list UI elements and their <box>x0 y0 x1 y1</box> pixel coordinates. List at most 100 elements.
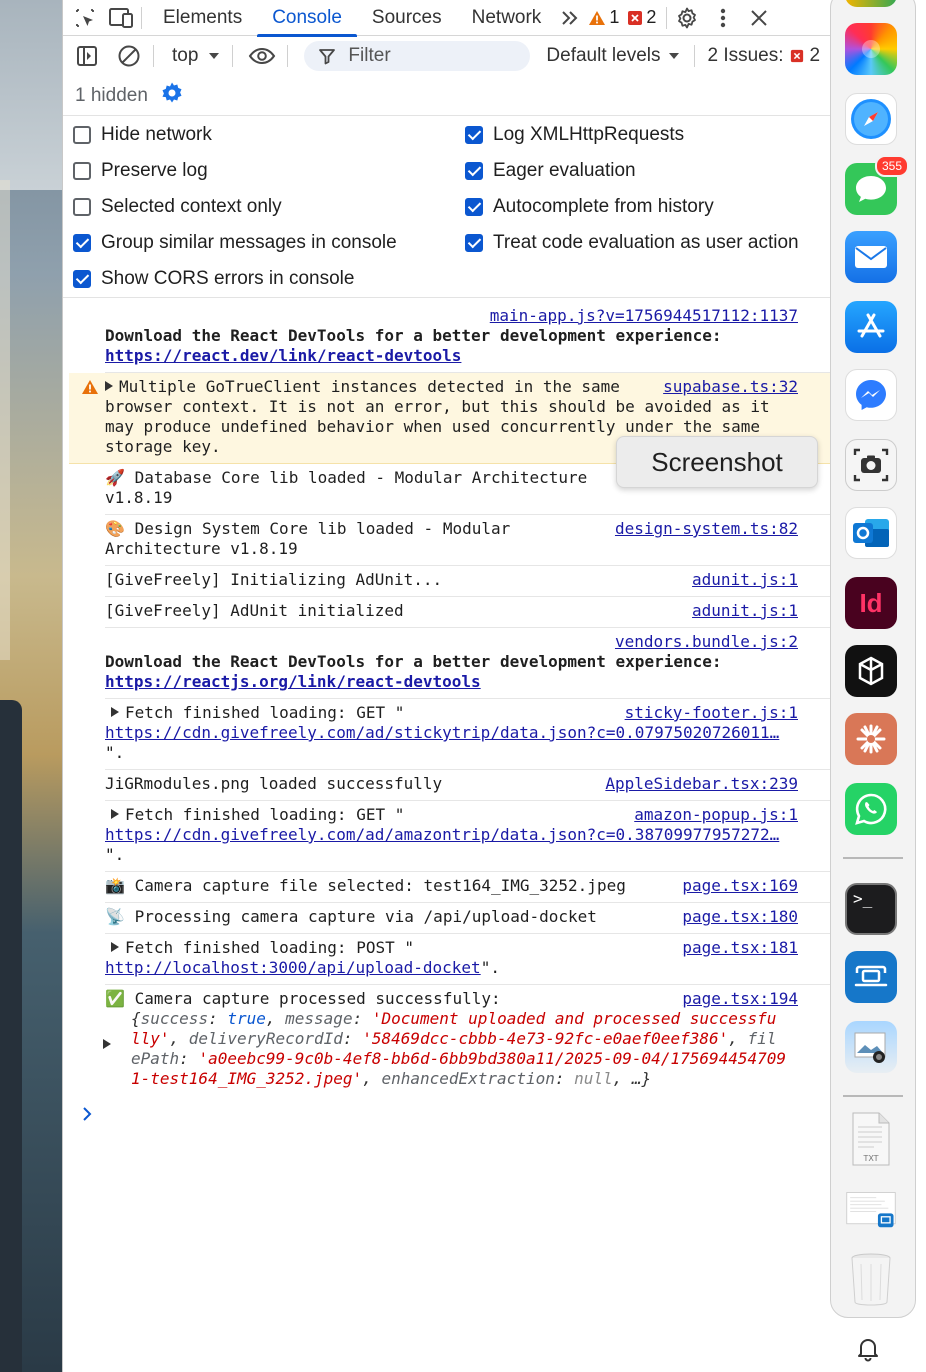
message-link[interactable]: https://cdn.givefreely.com/ad/amazontrip… <box>105 825 779 844</box>
message-link[interactable]: http://localhost:3000/api/upload-docket <box>105 958 481 977</box>
gear-icon[interactable] <box>673 4 701 32</box>
message-text: Camera capture processed successfully: <box>134 989 501 1008</box>
console-settings-gear-icon[interactable] <box>160 81 184 111</box>
tab-network[interactable]: Network <box>457 0 557 36</box>
message-text: browser context. It is not an error, but… <box>105 397 770 416</box>
trash-icon[interactable] <box>845 1253 897 1306</box>
hide-network-checkbox[interactable] <box>73 126 91 144</box>
clear-console-icon[interactable] <box>115 42 143 70</box>
message-link[interactable]: https://reactjs.org/link/react-devtools <box>105 672 481 691</box>
console-message: amazon-popup.js:1 Fetch finished loading… <box>105 801 830 872</box>
whatsapp-icon[interactable] <box>845 783 897 835</box>
expand-triangle-icon[interactable] <box>111 707 119 717</box>
log-levels-dropdown[interactable]: Default levels <box>546 45 680 67</box>
text-file-icon[interactable]: TXT <box>845 1112 897 1166</box>
source-link[interactable]: supabase.ts:32 <box>655 377 798 397</box>
expand-triangle-icon[interactable] <box>105 381 113 391</box>
warning-count: 1 <box>609 7 620 27</box>
source-link[interactable]: adunit.js:1 <box>684 601 798 621</box>
more-options-icon[interactable] <box>709 4 737 32</box>
preview-icon[interactable] <box>845 1021 897 1073</box>
close-icon[interactable] <box>745 4 773 32</box>
object-value: true <box>227 1009 266 1028</box>
message-link[interactable]: https://react.dev/link/react-devtools <box>105 346 461 365</box>
dock-divider <box>843 857 903 859</box>
chevron-down-icon <box>209 53 220 59</box>
group-similar-option[interactable]: Group similar messages in console <box>73 232 397 254</box>
dock-app-partial-icon[interactable] <box>845 0 897 7</box>
eager-eval-option[interactable]: Eager evaluation <box>465 160 636 182</box>
sidebar-toggle-icon[interactable] <box>73 42 101 70</box>
eager-eval-checkbox[interactable] <box>465 162 483 180</box>
preserve-log-checkbox[interactable] <box>73 162 91 180</box>
show-cors-checkbox[interactable] <box>73 270 91 288</box>
source-link[interactable]: page.tsx:181 <box>674 938 798 958</box>
outlook-icon[interactable] <box>845 507 897 559</box>
source-link[interactable]: adunit.js:1 <box>684 570 798 590</box>
eager-eval-label: Eager evaluation <box>493 160 636 181</box>
source-link[interactable]: main-app.js?v=1756944517112:1137 <box>490 306 798 325</box>
filter-input[interactable]: Filter <box>304 41 531 71</box>
console-settings: Hide network Preserve log Selected conte… <box>63 116 830 298</box>
mail-icon[interactable] <box>845 231 897 283</box>
source-link[interactable]: page.tsx:194 <box>674 989 798 1009</box>
hide-network-option[interactable]: Hide network <box>73 124 212 146</box>
source-link[interactable]: AppleSidebar.tsx:239 <box>597 774 798 794</box>
app-store-icon[interactable] <box>845 301 897 353</box>
screen-sharing-icon[interactable] <box>845 951 897 1003</box>
selected-context-checkbox[interactable] <box>73 198 91 216</box>
expand-triangle-icon[interactable] <box>111 942 119 952</box>
source-link[interactable]: amazon-popup.js:1 <box>626 805 798 825</box>
preserve-log-option[interactable]: Preserve log <box>73 160 208 182</box>
claude-icon[interactable] <box>845 713 897 765</box>
hidden-messages-row: 1 hidden <box>63 76 830 116</box>
expand-triangle-icon[interactable] <box>111 809 119 819</box>
screenshot-icon[interactable] <box>845 439 897 491</box>
error-counter[interactable]: 2 <box>627 7 656 28</box>
notification-bell-icon[interactable] <box>846 1326 890 1372</box>
live-expression-eye-icon[interactable] <box>245 42 279 70</box>
safari-icon[interactable] <box>845 93 897 145</box>
issues-button[interactable]: 2 Issues: 2 <box>707 45 820 67</box>
warning-icon <box>589 10 606 25</box>
log-xhr-label: Log XMLHttpRequests <box>493 124 685 145</box>
inspect-element-icon[interactable] <box>71 4 99 32</box>
object-key: message <box>285 1009 353 1028</box>
source-link[interactable]: page.tsx:169 <box>674 876 798 896</box>
tab-console[interactable]: Console <box>257 0 357 37</box>
perplexity-app-icon[interactable] <box>845 645 897 697</box>
source-link[interactable]: design-system.ts:82 <box>606 519 798 539</box>
source-link[interactable]: sticky-footer.js:1 <box>616 703 798 723</box>
screenshot-file-icon[interactable] <box>845 1183 897 1235</box>
tab-sources[interactable]: Sources <box>357 0 457 36</box>
warning-counter[interactable]: 1 <box>588 7 619 28</box>
source-link[interactable]: vendors.bundle.js:2 <box>615 632 798 651</box>
selected-context-option[interactable]: Selected context only <box>73 196 282 218</box>
more-tabs-icon[interactable] <box>556 4 584 32</box>
device-toolbar-icon[interactable] <box>107 4 135 32</box>
context-selector[interactable]: top <box>172 45 220 67</box>
message-text: Fetch finished loading: POST " <box>125 938 414 957</box>
treat-code-option[interactable]: Treat code evaluation as user action <box>465 232 799 254</box>
log-xhr-option[interactable]: Log XMLHttpRequests <box>465 124 684 146</box>
source-link[interactable]: page.tsx:180 <box>674 907 798 927</box>
treat-code-checkbox[interactable] <box>465 234 483 252</box>
log-xhr-checkbox[interactable] <box>465 126 483 144</box>
object-preview[interactable]: {success: true, message: 'Document uploa… <box>103 1009 826 1089</box>
expand-triangle-icon[interactable] <box>103 1039 111 1049</box>
satellite-icon: 📡 <box>105 907 125 926</box>
autocomplete-option[interactable]: Autocomplete from history <box>465 196 714 218</box>
photos-icon[interactable] <box>845 23 897 75</box>
group-similar-checkbox[interactable] <box>73 234 91 252</box>
terminal-icon[interactable]: >_ <box>845 883 897 935</box>
show-cors-option[interactable]: Show CORS errors in console <box>73 268 354 290</box>
indesign-icon[interactable]: Id <box>845 577 897 629</box>
tab-elements[interactable]: Elements <box>148 0 257 36</box>
console-prompt-row[interactable] <box>63 1099 830 1139</box>
message-link[interactable]: https://cdn.givefreely.com/ad/stickytrip… <box>105 723 779 742</box>
messenger-icon[interactable] <box>845 369 897 421</box>
autocomplete-checkbox[interactable] <box>465 198 483 216</box>
messages-icon[interactable]: 355 <box>845 155 909 215</box>
message-text: Download the React DevTools for a better… <box>105 326 722 345</box>
object-value: lly' <box>131 1029 170 1048</box>
